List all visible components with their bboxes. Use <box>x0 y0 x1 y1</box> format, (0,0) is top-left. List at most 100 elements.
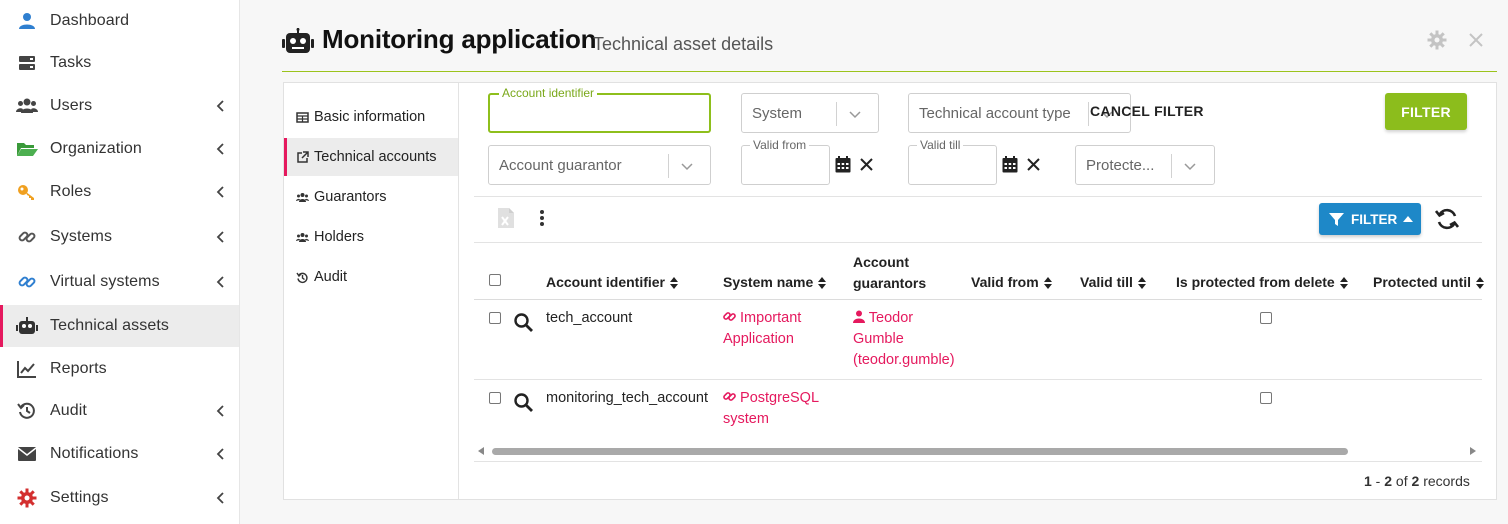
users-icon <box>16 95 38 117</box>
divider <box>474 242 1482 243</box>
system-name-link[interactable]: Important Application <box>723 308 801 350</box>
sidebar-item-notifications[interactable]: Notifications <box>0 433 239 475</box>
column-header-valid-from[interactable]: Valid from <box>971 274 1052 290</box>
link-icon <box>16 271 38 293</box>
chevron-left-icon <box>216 100 224 112</box>
column-header-protected-until[interactable]: Protected until <box>1373 274 1485 290</box>
system-name-link[interactable]: PostgreSQL system <box>723 388 819 430</box>
detail-tabs: Basic information Technical accounts Gua… <box>284 83 459 499</box>
search-icon[interactable] <box>514 393 533 412</box>
divider <box>474 379 1482 380</box>
chevron-left-icon <box>216 231 224 243</box>
valid-from-label: Valid from <box>750 138 810 152</box>
tab-audit[interactable]: Audit <box>284 258 458 296</box>
sidebar-item-dashboard[interactable]: Dashboard <box>0 0 239 42</box>
tab-technical-accounts[interactable]: Technical accounts <box>284 138 458 176</box>
chevron-left-icon <box>216 492 224 504</box>
scroll-left-icon[interactable] <box>478 447 484 455</box>
detail-panel: Basic information Technical accounts Gua… <box>283 82 1497 500</box>
sidebar-item-label: Reports <box>50 360 107 377</box>
sidebar-item-label: Technical assets <box>50 317 169 334</box>
calendar-icon[interactable] <box>1002 156 1018 173</box>
chevron-left-icon <box>216 448 224 460</box>
sidebar-item-label: Notifications <box>50 445 139 462</box>
sidebar-item-users[interactable]: Users <box>0 85 239 127</box>
sidebar-item-reports[interactable]: Reports <box>0 348 239 390</box>
robot-icon <box>282 28 314 53</box>
filter-button[interactable]: FILTER <box>1385 93 1467 130</box>
sidebar-item-label: Virtual systems <box>50 273 160 290</box>
key-icon <box>16 181 38 203</box>
export-excel-icon <box>498 208 514 228</box>
calendar-icon[interactable] <box>835 156 851 173</box>
sidebar-item-label: Tasks <box>50 54 92 71</box>
chevron-left-icon <box>216 405 224 417</box>
sidebar-item-label: Organization <box>50 140 142 157</box>
filter-icon <box>1329 212 1344 226</box>
sort-icon <box>818 277 827 290</box>
account-guarantor-select[interactable]: Account guarantor <box>488 145 711 185</box>
scroll-right-icon[interactable] <box>1470 447 1476 455</box>
horizontal-scrollbar[interactable] <box>474 445 1486 457</box>
filter-toggle-button[interactable]: FILTER <box>1319 203 1421 235</box>
account-identifier-cell: tech_account <box>546 310 633 326</box>
account-guarantor-placeholder: Account guarantor <box>499 157 622 174</box>
clear-icon[interactable] <box>1027 158 1040 171</box>
history-icon <box>296 272 308 283</box>
sort-icon <box>1476 277 1485 290</box>
chevron-down-icon <box>849 111 861 119</box>
select-all-checkbox[interactable] <box>489 274 501 286</box>
tab-holders[interactable]: Holders <box>284 218 458 256</box>
sidebar-item-label: Users <box>50 97 93 114</box>
page-subtitle: Technical asset details <box>593 34 774 54</box>
sidebar-item-tasks[interactable]: Tasks <box>0 42 239 84</box>
user-icon <box>16 10 38 32</box>
system-placeholder: System <box>752 105 803 122</box>
envelope-icon <box>16 443 38 465</box>
table-icon <box>296 111 309 123</box>
clear-icon[interactable] <box>860 158 873 171</box>
sort-icon <box>1137 277 1146 290</box>
gear-icon[interactable] <box>1427 30 1447 50</box>
sidebar-item-roles[interactable]: Roles <box>0 171 239 213</box>
cancel-filter-button[interactable]: CANCEL FILTER <box>1090 103 1204 119</box>
tab-label: Technical accounts <box>314 149 437 165</box>
system-select[interactable]: System <box>741 93 879 133</box>
external-link-icon <box>297 150 309 163</box>
sidebar-item-virtual-systems[interactable]: Virtual systems <box>0 261 239 303</box>
divider <box>474 299 1482 300</box>
sidebar-item-label: Systems <box>50 228 113 245</box>
more-vertical-icon[interactable] <box>539 209 545 227</box>
row-checkbox[interactable] <box>489 392 501 404</box>
scrollbar-thumb[interactable] <box>492 448 1348 455</box>
divider <box>474 461 1482 462</box>
tab-guarantors[interactable]: Guarantors <box>284 178 458 216</box>
user-icon <box>853 310 865 323</box>
sidebar-item-label: Settings <box>50 489 109 506</box>
search-icon[interactable] <box>514 313 533 332</box>
tab-basic-information[interactable]: Basic information <box>284 98 458 136</box>
column-header-system-name[interactable]: System name <box>723 274 827 290</box>
sidebar-item-audit[interactable]: Audit <box>0 390 239 432</box>
sidebar-item-technical-assets[interactable]: Technical assets <box>0 305 239 347</box>
column-header-valid-till[interactable]: Valid till <box>1080 274 1146 290</box>
close-icon[interactable] <box>1468 32 1484 48</box>
row-checkbox[interactable] <box>489 312 501 324</box>
line-chart-icon <box>16 358 38 380</box>
users-icon <box>296 232 309 242</box>
column-header-account-guarantors[interactable]: Account guarantors <box>853 254 926 291</box>
column-header-account-identifier[interactable]: Account identifier <box>546 274 679 290</box>
account-identifier-label: Account identifier <box>499 86 598 100</box>
sidebar-item-organization[interactable]: Organization <box>0 128 239 170</box>
page-header: Monitoring application Technical asset d… <box>282 18 1497 72</box>
robot-icon <box>16 315 38 337</box>
valid-till-label: Valid till <box>917 138 964 152</box>
is-protected-checkbox <box>1260 312 1272 324</box>
guarantor-link[interactable]: Teodor Gumble (teodor.gumble) <box>853 308 955 371</box>
sidebar-item-settings[interactable]: Settings <box>0 477 239 519</box>
tab-label: Basic information <box>314 109 426 125</box>
refresh-icon[interactable] <box>1435 207 1459 231</box>
protected-select[interactable]: Protecte... <box>1075 145 1215 185</box>
column-header-is-protected[interactable]: Is protected from delete <box>1176 274 1348 290</box>
sidebar-item-systems[interactable]: Systems <box>0 216 239 258</box>
